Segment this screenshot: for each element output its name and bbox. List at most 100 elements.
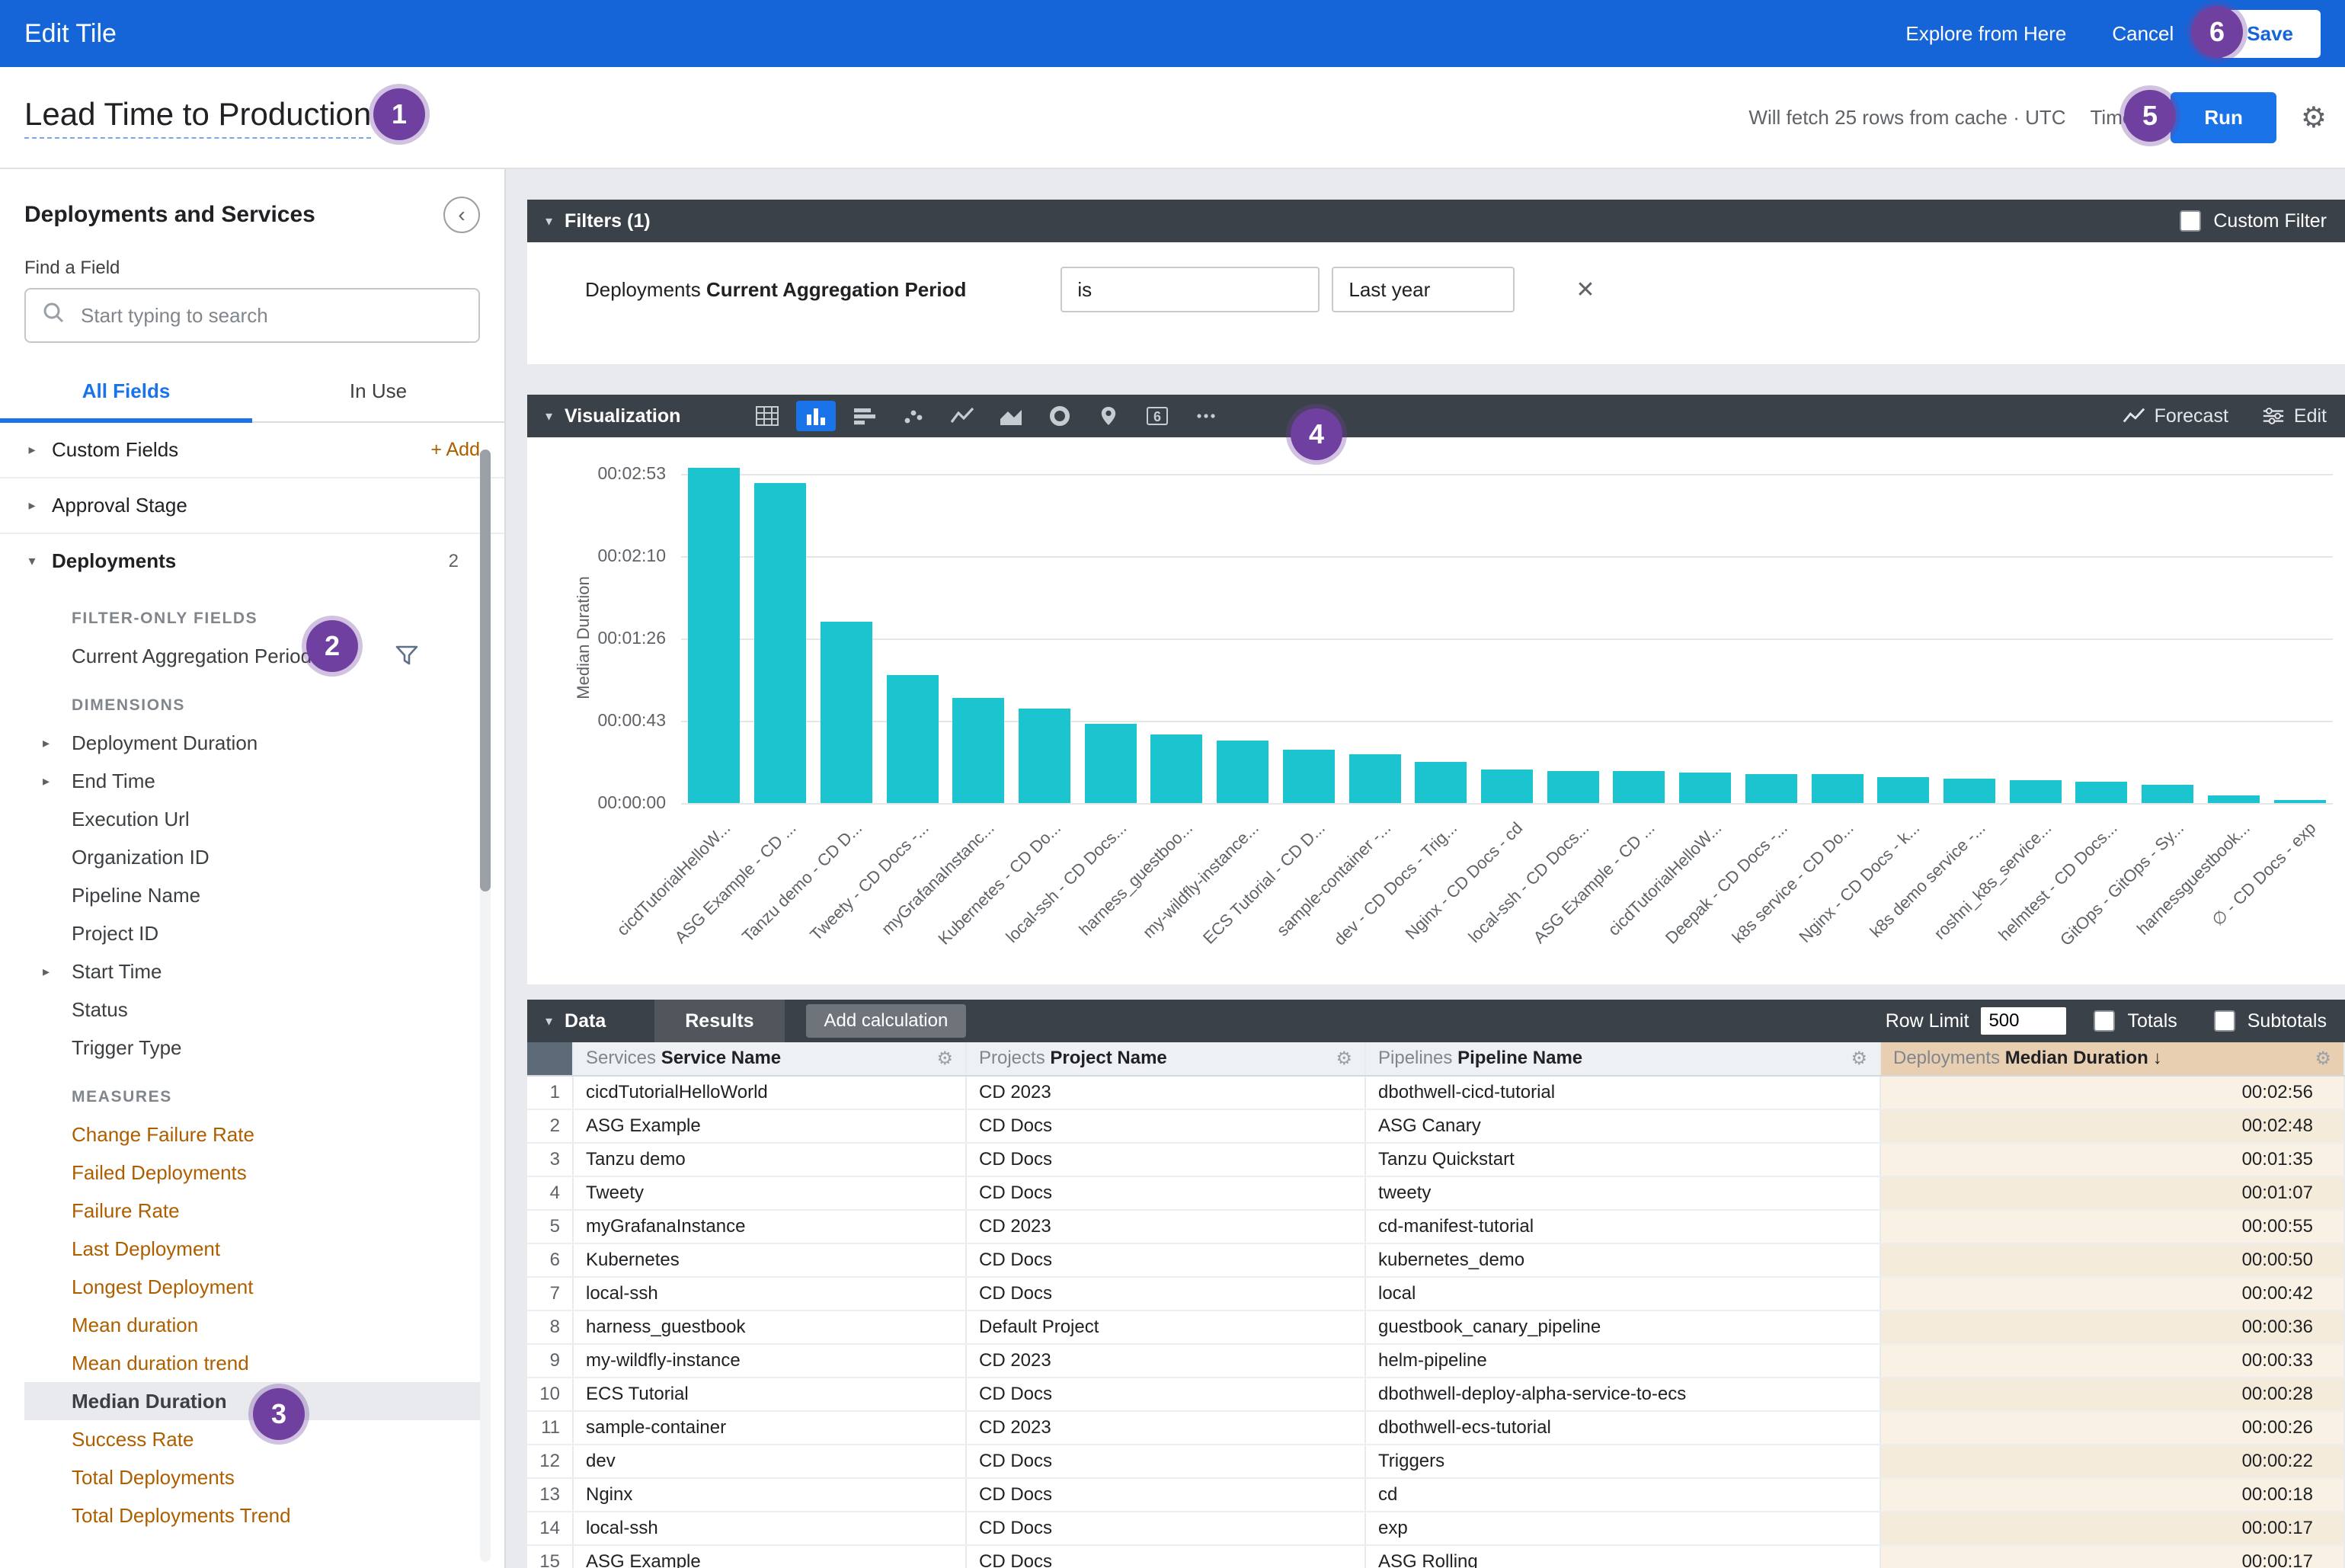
table-row[interactable]: 8harness_guestbookDefault Projectguestbo… <box>527 1310 2344 1344</box>
chart-bar[interactable] <box>2142 785 2193 803</box>
collapse-filters-icon[interactable]: ▾ <box>545 213 552 229</box>
sidebar-field-start-time[interactable]: ▸Start Time <box>24 952 483 990</box>
chart-bar[interactable] <box>1481 770 1533 803</box>
sidebar-field-organization-id[interactable]: Organization ID <box>24 838 483 876</box>
section-custom-fields[interactable]: ▸ Custom Fields + Add <box>0 423 504 478</box>
area-chart-icon[interactable] <box>991 401 1031 431</box>
sidebar-field-longest-deployment[interactable]: Longest Deployment <box>24 1268 483 1306</box>
column-gear-icon[interactable]: ⚙ <box>1336 1048 1352 1070</box>
map-chart-icon[interactable] <box>1089 401 1128 431</box>
row-limit-input[interactable] <box>1981 1007 2066 1035</box>
expand-caret-icon[interactable]: ▸ <box>43 964 50 980</box>
search-input[interactable] <box>78 302 463 329</box>
table-row[interactable]: 15ASG ExampleCD DocsASG Rolling00:00:17 <box>527 1545 2344 1568</box>
chart-bar[interactable] <box>1944 779 1995 803</box>
sidebar-field-status[interactable]: Status <box>24 990 483 1029</box>
sidebar-field-failed-deployments[interactable]: Failed Deployments <box>24 1154 483 1192</box>
single-value-icon[interactable]: 6 <box>1137 401 1177 431</box>
donut-chart-icon[interactable] <box>1040 401 1080 431</box>
sidebar-field-mean-duration[interactable]: Mean duration <box>24 1306 483 1344</box>
sort-desc-icon[interactable]: ↓ <box>2153 1048 2162 1068</box>
chart-bar[interactable] <box>688 468 740 803</box>
expand-caret-icon[interactable]: ▸ <box>43 773 50 789</box>
chart-bar[interactable] <box>952 698 1004 803</box>
chart-bar[interactable] <box>1745 774 1797 803</box>
explore-from-here-link[interactable]: Explore from Here <box>1905 22 2066 46</box>
tab-results[interactable]: Results <box>654 1000 784 1042</box>
sidebar-field-trigger-type[interactable]: Trigger Type <box>24 1029 483 1067</box>
column-gear-icon[interactable]: ⚙ <box>1851 1048 1867 1070</box>
subtotals-checkbox[interactable] <box>2214 1010 2235 1032</box>
table-row[interactable]: 3Tanzu demoCD DocsTanzu Quickstart00:01:… <box>527 1143 2344 1176</box>
chart-bar[interactable] <box>2274 800 2326 803</box>
sidebar-scrollbar[interactable] <box>480 450 491 1562</box>
filter-funnel-icon[interactable] <box>395 645 419 671</box>
scrollbar-thumb[interactable] <box>480 450 491 891</box>
chart-bar[interactable] <box>1877 777 1929 803</box>
tile-title-input[interactable]: Lead Time to Production <box>24 96 371 139</box>
table-row[interactable]: 9my-wildfly-instanceCD 2023helm-pipeline… <box>527 1344 2344 1378</box>
chart-bar[interactable] <box>1217 741 1268 803</box>
column-gear-icon[interactable]: ⚙ <box>936 1048 953 1070</box>
table-icon[interactable] <box>747 401 787 431</box>
sidebar-field-execution-url[interactable]: Execution Url <box>24 800 483 838</box>
edit-viz-button[interactable]: Edit <box>2262 405 2327 427</box>
sidebar-field-project-id[interactable]: Project ID <box>24 914 483 952</box>
column-header-project-name[interactable]: Projects Project Name⚙ <box>966 1042 1365 1076</box>
scatter-chart-icon[interactable] <box>894 401 933 431</box>
filter-value-input[interactable]: Last year <box>1332 267 1515 312</box>
sidebar-field-total-deployments-trend[interactable]: Total Deployments Trend <box>24 1496 483 1534</box>
chart-bar[interactable] <box>1547 771 1599 803</box>
chart-bar[interactable] <box>1085 724 1137 803</box>
tab-in-use[interactable]: In Use <box>252 364 504 421</box>
column-header-service-name[interactable]: Services Service Name⚙ <box>573 1042 966 1076</box>
table-row[interactable]: 5myGrafanaInstanceCD 2023cd-manifest-tut… <box>527 1210 2344 1243</box>
chart-bar[interactable] <box>754 483 806 803</box>
chart-bar[interactable] <box>1349 754 1401 803</box>
table-row[interactable]: 1cicdTutorialHelloWorldCD 2023dbothwell-… <box>527 1076 2344 1109</box>
section-approval-stage[interactable]: ▸ Approval Stage <box>0 478 504 534</box>
chart-bar[interactable] <box>887 675 939 803</box>
chart-bar[interactable] <box>1415 762 1467 803</box>
table-row[interactable]: 14local-sshCD Docsexp00:00:17 <box>527 1512 2344 1545</box>
column-gear-icon[interactable]: ⚙ <box>2315 1048 2331 1070</box>
chart-bar[interactable] <box>2075 782 2127 803</box>
expand-caret-icon[interactable]: ▸ <box>43 735 50 751</box>
sidebar-field-pipeline-name[interactable]: Pipeline Name <box>24 876 483 914</box>
chart-bar[interactable] <box>1150 734 1202 803</box>
field-search[interactable] <box>24 288 480 343</box>
custom-filter-checkbox[interactable] <box>2180 210 2201 232</box>
table-row[interactable]: 7local-sshCD Docslocal00:00:42 <box>527 1277 2344 1310</box>
filter-operator-select[interactable]: is <box>1061 267 1320 312</box>
forecast-button[interactable]: Forecast <box>2123 405 2228 427</box>
chart-bar[interactable] <box>2010 780 2062 803</box>
chart-bar[interactable] <box>1812 774 1864 803</box>
section-deployments[interactable]: ▾ Deployments 2 <box>0 534 504 588</box>
add-custom-field-link[interactable]: + Add <box>430 439 480 461</box>
chart-bar[interactable] <box>1019 709 1070 803</box>
tab-all-fields[interactable]: All Fields <box>0 364 252 423</box>
sidebar-field-current-aggregation-period[interactable]: Current Aggregation Period <box>24 637 483 675</box>
table-row[interactable]: 12devCD DocsTriggers00:00:22 <box>527 1445 2344 1478</box>
remove-filter-icon[interactable]: ✕ <box>1576 277 1595 303</box>
bar-chart-icon[interactable] <box>845 401 885 431</box>
collapse-data-icon[interactable]: ▾ <box>545 1013 552 1029</box>
column-header-pipeline-name[interactable]: Pipelines Pipeline Name⚙ <box>1365 1042 1880 1076</box>
chart-bar[interactable] <box>1679 773 1731 803</box>
chart-bar[interactable] <box>821 622 872 803</box>
column-chart-icon[interactable] <box>796 401 836 431</box>
table-row[interactable]: 13NginxCD Docscd00:00:18 <box>527 1478 2344 1512</box>
cancel-link[interactable]: Cancel <box>2112 22 2174 46</box>
settings-gear-icon[interactable]: ⚙ <box>2301 101 2327 135</box>
collapse-visualization-icon[interactable]: ▾ <box>545 408 552 424</box>
chart-bar[interactable] <box>2208 795 2260 803</box>
run-button[interactable]: Run <box>2171 92 2276 143</box>
table-row[interactable]: 6KubernetesCD Docskubernetes_demo00:00:5… <box>527 1243 2344 1277</box>
sidebar-field-total-deployments[interactable]: Total Deployments <box>24 1458 483 1496</box>
collapse-sidebar-button[interactable]: ‹ <box>443 197 480 233</box>
sidebar-field-end-time[interactable]: ▸End Time <box>24 762 483 800</box>
sidebar-field-deployment-duration[interactable]: ▸Deployment Duration <box>24 724 483 762</box>
table-row[interactable]: 10ECS TutorialCD Docsdbothwell-deploy-al… <box>527 1378 2344 1411</box>
table-row[interactable]: 11sample-containerCD 2023dbothwell-ecs-t… <box>527 1411 2344 1445</box>
totals-checkbox[interactable] <box>2094 1010 2115 1032</box>
